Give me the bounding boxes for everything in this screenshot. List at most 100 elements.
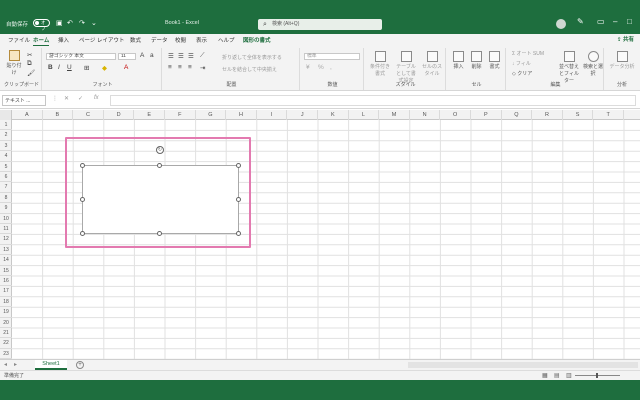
- formula-input[interactable]: [110, 95, 636, 106]
- sort-filter-button[interactable]: 並べ替えとフィルター: [558, 51, 580, 84]
- next-sheet-icon[interactable]: ▸: [14, 361, 17, 368]
- autosave-toggle[interactable]: オフ: [33, 19, 50, 31]
- column-header-j[interactable]: J: [287, 110, 318, 120]
- row-header-10[interactable]: 10: [0, 214, 12, 224]
- row-header-9[interactable]: 9: [0, 203, 12, 214]
- resize-handle-bottom[interactable]: [157, 231, 162, 236]
- column-header-n[interactable]: N: [410, 110, 441, 120]
- row-header-11[interactable]: 11: [0, 224, 12, 235]
- italic-button[interactable]: I: [58, 64, 60, 71]
- page-break-view-icon[interactable]: ▥: [566, 372, 572, 379]
- column-header-b[interactable]: B: [43, 110, 74, 120]
- normal-view-icon[interactable]: ▦: [542, 372, 548, 379]
- row-header-4[interactable]: 4: [0, 151, 12, 162]
- indent-icon[interactable]: ⇥: [200, 64, 205, 72]
- prev-sheet-icon[interactable]: ◂: [4, 361, 7, 368]
- row-header-18[interactable]: 18: [0, 297, 12, 308]
- orientation-icon[interactable]: ⟋: [200, 52, 205, 60]
- cut-icon[interactable]: ✂: [27, 51, 32, 59]
- bold-button[interactable]: B: [48, 64, 53, 71]
- column-header-i[interactable]: I: [257, 110, 288, 120]
- horizontal-scrollbar[interactable]: [408, 362, 638, 368]
- resize-handle-top-left[interactable]: [80, 163, 85, 168]
- wrap-text-button[interactable]: 折り返して全体を表示する: [222, 54, 282, 61]
- autosum-button[interactable]: Σ オート SUM: [512, 50, 544, 57]
- grow-font-icon[interactable]: A: [140, 52, 144, 59]
- row-header-6[interactable]: 6: [0, 172, 12, 183]
- undo-icon[interactable]: ↶: [67, 19, 73, 27]
- tab-home[interactable]: ホーム: [33, 36, 50, 46]
- row-header-2[interactable]: 2: [0, 130, 12, 141]
- fill-button[interactable]: ↓ フィル: [512, 60, 531, 67]
- find-select-button[interactable]: 検索と選択: [582, 51, 604, 77]
- number-format-select[interactable]: 標準: [304, 53, 360, 60]
- row-header-8[interactable]: 8: [0, 193, 12, 204]
- column-header-p[interactable]: P: [471, 110, 502, 120]
- align-right-icon[interactable]: ≡: [188, 64, 192, 71]
- font-color-icon[interactable]: A: [124, 64, 128, 71]
- underline-button[interactable]: U: [67, 64, 72, 71]
- tab-review[interactable]: 校閲: [175, 36, 186, 44]
- copy-icon[interactable]: ⧉: [27, 60, 32, 68]
- search-box[interactable]: ⌕ 検索 (Alt+Q): [258, 19, 382, 30]
- format-cells-button[interactable]: 書式: [486, 51, 503, 70]
- resize-handle-right[interactable]: [236, 197, 241, 202]
- add-sheet-icon[interactable]: +: [76, 361, 84, 369]
- tab-page-layout[interactable]: ページ レイアウト: [79, 36, 124, 44]
- resize-handle-bottom-right[interactable]: [236, 231, 241, 236]
- enter-icon[interactable]: ✓: [78, 95, 83, 102]
- column-header-o[interactable]: O: [440, 110, 471, 120]
- row-header-23[interactable]: 23: [0, 349, 12, 359]
- row-header-14[interactable]: 14: [0, 255, 12, 266]
- minimize-icon[interactable]: –: [613, 17, 617, 26]
- column-header-f[interactable]: F: [165, 110, 196, 120]
- fill-color-icon[interactable]: ◆: [102, 64, 107, 72]
- column-header-l[interactable]: L: [349, 110, 380, 120]
- pen-icon[interactable]: ✎: [577, 17, 584, 26]
- conditional-format-button[interactable]: 条件付き書式: [368, 51, 392, 77]
- save-icon[interactable]: ▣: [56, 19, 63, 27]
- paste-button[interactable]: 貼り付け: [5, 50, 23, 76]
- rotate-handle-icon[interactable]: ↻: [156, 146, 164, 154]
- column-header-s[interactable]: S: [563, 110, 594, 120]
- data-analysis-button[interactable]: データ分析: [608, 51, 636, 70]
- resize-handle-top-right[interactable]: [236, 163, 241, 168]
- row-header-12[interactable]: 12: [0, 234, 12, 245]
- delete-cells-button[interactable]: 削除: [468, 51, 485, 70]
- column-header-q[interactable]: Q: [502, 110, 533, 120]
- resize-handle-left[interactable]: [80, 197, 85, 202]
- column-header-m[interactable]: M: [379, 110, 410, 120]
- row-header-1[interactable]: 1: [0, 120, 12, 131]
- column-header-a[interactable]: A: [12, 110, 43, 120]
- maximize-icon[interactable]: □: [627, 17, 632, 26]
- row-header-22[interactable]: 22: [0, 338, 12, 349]
- merge-center-button[interactable]: セルを結合して中央揃え: [222, 66, 277, 73]
- align-middle-icon[interactable]: ☰: [178, 52, 184, 60]
- column-header-t[interactable]: T: [593, 110, 624, 120]
- tab-view[interactable]: 表示: [196, 36, 207, 44]
- tab-shape-format[interactable]: 図形の書式: [243, 36, 271, 44]
- row-header-15[interactable]: 15: [0, 266, 12, 276]
- font-size-select[interactable]: 11: [118, 53, 136, 60]
- tab-formulas[interactable]: 数式: [130, 36, 141, 44]
- zoom-slider-knob[interactable]: [596, 373, 598, 378]
- row-header-21[interactable]: 21: [0, 328, 12, 339]
- clear-button[interactable]: ◇ クリア: [512, 70, 532, 77]
- row-header-7[interactable]: 7: [0, 182, 12, 193]
- column-header-g[interactable]: G: [196, 110, 227, 120]
- share-button[interactable]: ⇪ 共有: [617, 35, 634, 43]
- column-header-d[interactable]: D: [104, 110, 135, 120]
- insert-cells-button[interactable]: 挿入: [450, 51, 467, 70]
- tab-data[interactable]: データ: [151, 36, 168, 44]
- cell-styles-button[interactable]: セルのスタイル: [420, 51, 444, 77]
- tab-insert[interactable]: 挿入: [58, 36, 69, 44]
- tab-help[interactable]: ヘルプ: [218, 36, 235, 44]
- column-header-e[interactable]: E: [134, 110, 165, 120]
- format-painter-icon[interactable]: 🖌: [27, 69, 35, 77]
- sheet-tab-sheet1[interactable]: Sheet1: [35, 360, 67, 370]
- insert-function-icon[interactable]: fx: [94, 95, 99, 101]
- border-icon[interactable]: ⊞: [84, 64, 89, 72]
- name-box[interactable]: テキスト ...: [2, 95, 46, 106]
- shrink-font-icon[interactable]: a: [150, 52, 154, 59]
- row-header-20[interactable]: 20: [0, 318, 12, 328]
